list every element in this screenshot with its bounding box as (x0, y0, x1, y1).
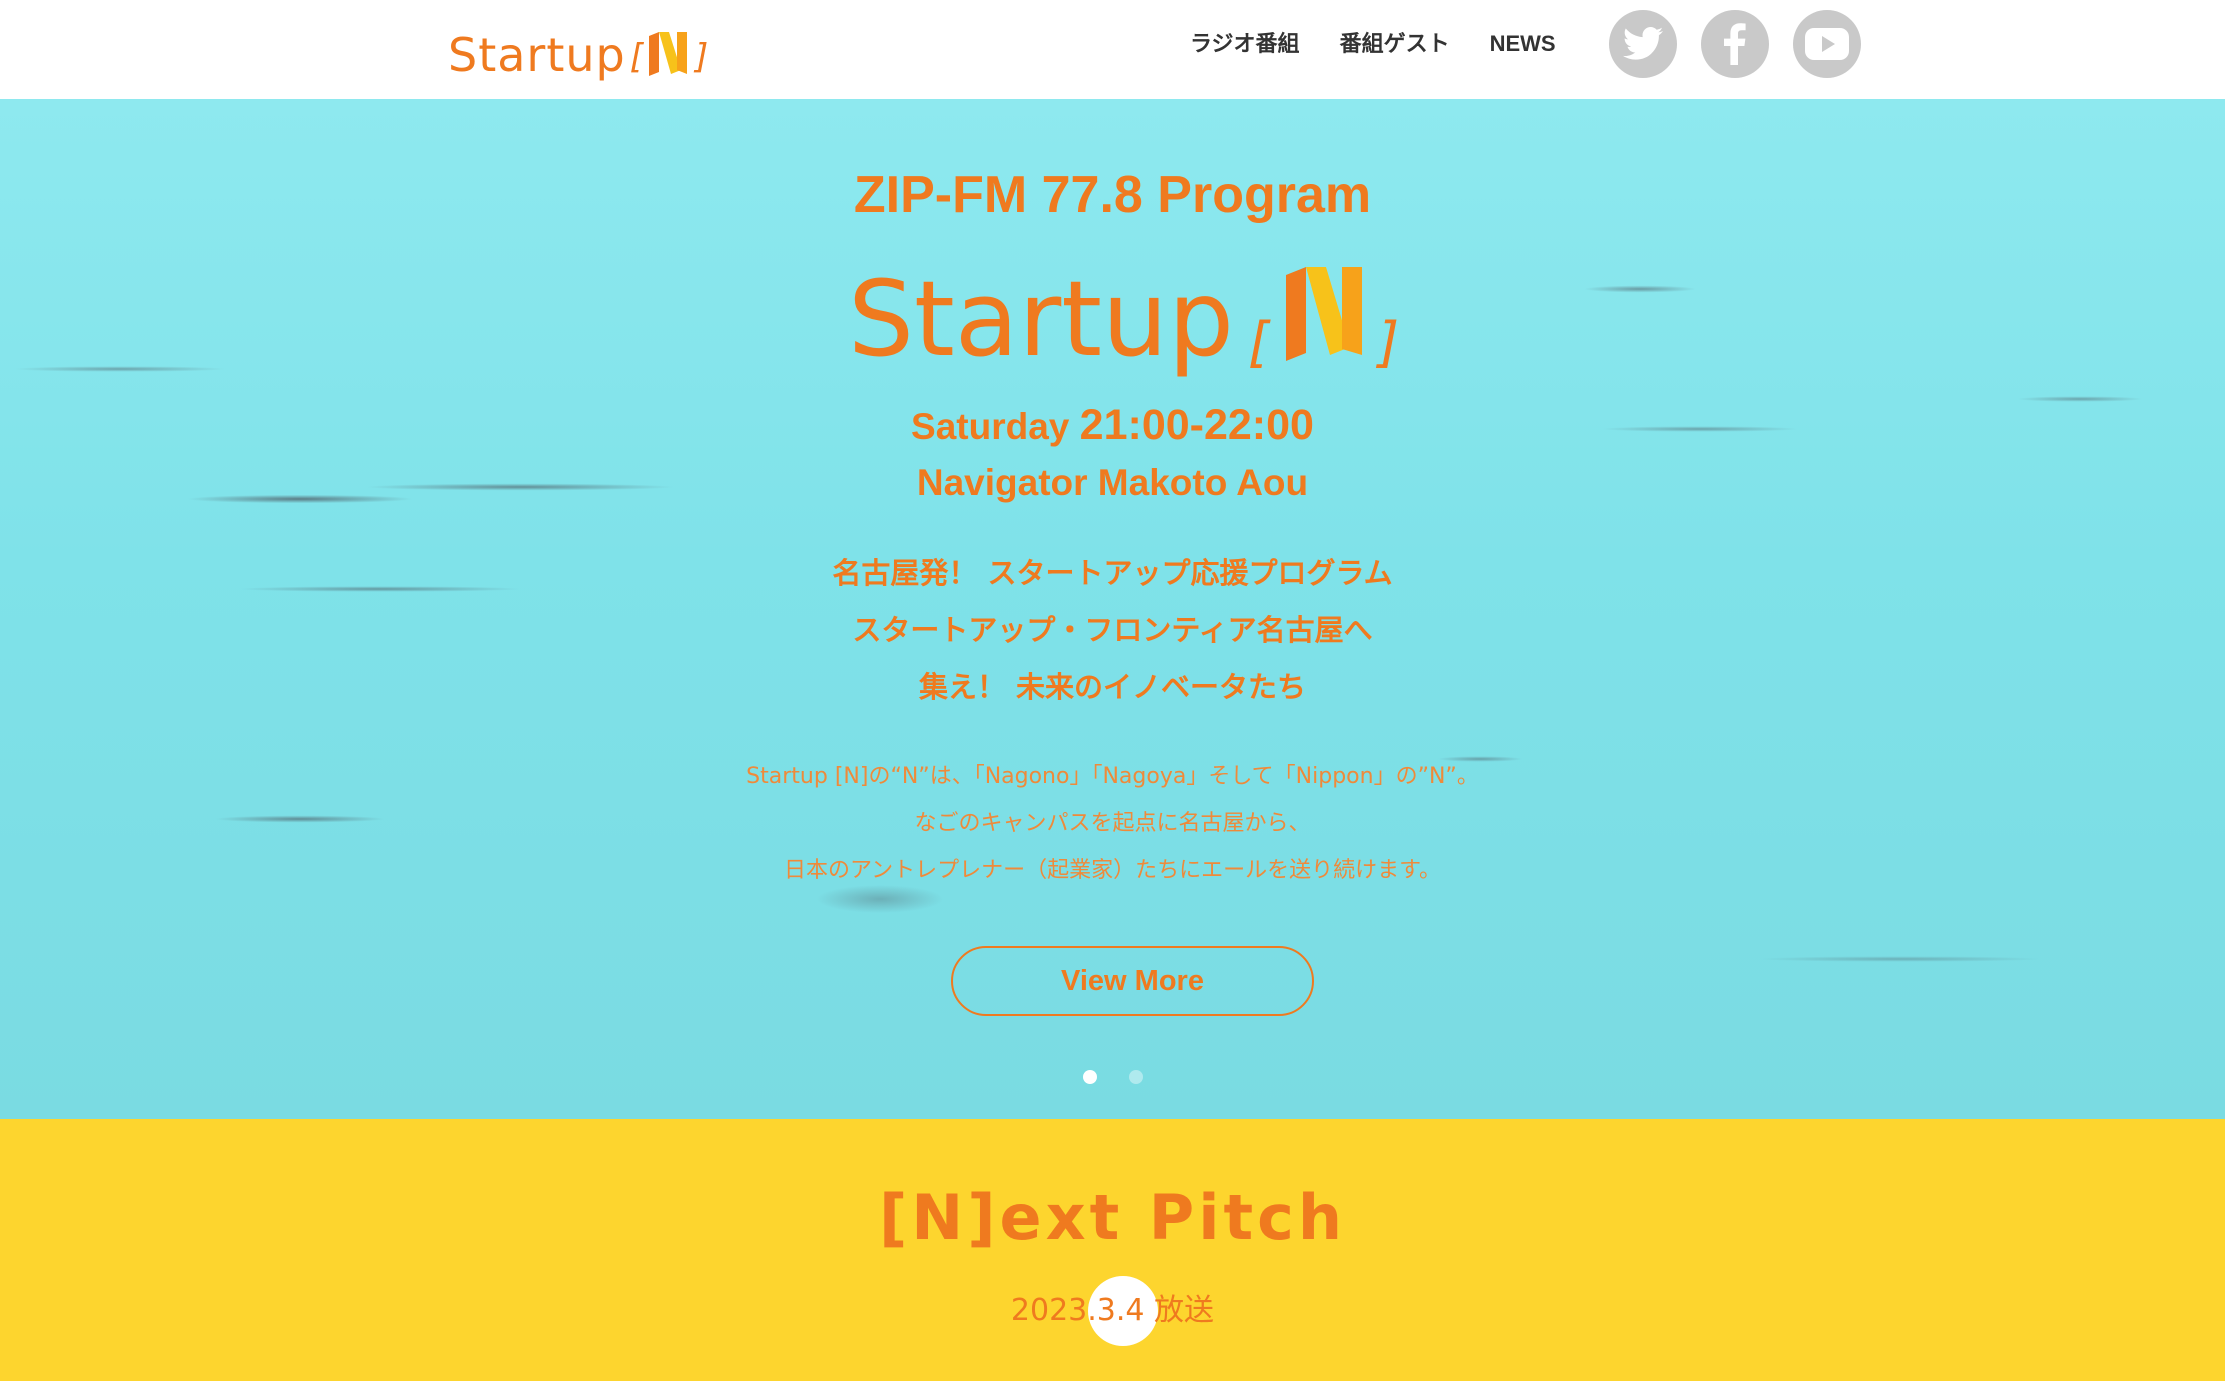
hero-desc-line: Startup [N]の“N”は、「Nagono」「Nagoya」そして「Nip… (746, 764, 1479, 789)
hero-catch-line: 名古屋発！ スタートアップ応援プログラム (832, 556, 1393, 590)
slider-dot-1[interactable] (1082, 1070, 1097, 1084)
hero-description: Startup [N]の“N”は、「Nagono」「Nagoya」そして「Nip… (0, 753, 2225, 894)
view-more-button[interactable]: View More (951, 946, 1314, 1016)
hero-broadcast-time: Saturday 21:00-22:00 (0, 401, 2225, 450)
hero-time-range: 21:00-22:00 (1079, 401, 1314, 449)
main-nav: ラジオ番組 番組ゲスト NEWS (1190, 27, 1556, 61)
logo-bracket-close: ] (695, 37, 709, 77)
nav-item-program-guests[interactable]: 番組ゲスト (1340, 27, 1450, 61)
hero-program-logo: Startup [ ] (848, 257, 1418, 381)
hero-logo-n-right (1342, 267, 1362, 355)
youtube-icon (1805, 28, 1849, 60)
logo-bracket-open: [ (629, 37, 643, 77)
twitter-icon (1623, 27, 1663, 60)
youtube-button[interactable] (1793, 10, 1861, 78)
facebook-icon (1724, 23, 1746, 65)
hero-catch-line: スタートアップ・フロンティア名古屋へ (852, 613, 1373, 647)
hero-day: Saturday (911, 406, 1070, 447)
hero-station: ZIP-FM 77.8 Program (853, 166, 1372, 224)
nav-item-radio-program[interactable]: ラジオ番組 (1190, 27, 1300, 61)
hero-navigator: Navigator Makoto Aou (916, 462, 1309, 503)
hero-desc-line: なごのキャンパスを起点に名古屋から、 (914, 811, 1311, 836)
hero-slider: ZIP-FM 77.8 Program Startup [ ] Saturday… (0, 99, 2225, 1119)
site-logo[interactable]: Startup [ ] (448, 18, 712, 78)
slider-pagination (0, 1070, 2225, 1084)
site-header: Startup [ ] ラジオ番組 番組ゲスト NEWS (0, 0, 2225, 99)
social-links (1609, 10, 1861, 78)
broadcast-date: 2023.3.4 放送 (1010, 1293, 1215, 1328)
nav-item-news[interactable]: NEWS (1490, 27, 1556, 61)
hero-catchphrase: 名古屋発！ スタートアップ応援プログラム スタートアップ・フロンティア名古屋へ … (0, 545, 2225, 716)
hero-logo-bracket-close: ] (1375, 311, 1399, 374)
twitter-button[interactable] (1609, 10, 1677, 78)
logo-n-mark (649, 32, 687, 76)
hero-logo-word: Startup (848, 258, 1234, 380)
hero-catch-line: 集え！ 未来のイノベータたち (918, 670, 1307, 704)
facebook-button[interactable] (1701, 10, 1769, 78)
logo-wordmark: Startup (448, 28, 626, 82)
slider-dot-2[interactable] (1128, 1070, 1143, 1084)
section-title: [N]ext Pitch (878, 1181, 1347, 1254)
hero-logo-bracket-open: [ (1248, 311, 1271, 374)
hero-desc-line: 日本のアントレプレナー（起業家）たちにエールを送り続けます。 (784, 858, 1441, 883)
hero-logo-n-left (1286, 267, 1306, 361)
next-pitch-section: [N]ext Pitch 2023.3.4 放送 (0, 1119, 2225, 1381)
hero-logo-graphic: Startup [ ] (848, 258, 1399, 380)
